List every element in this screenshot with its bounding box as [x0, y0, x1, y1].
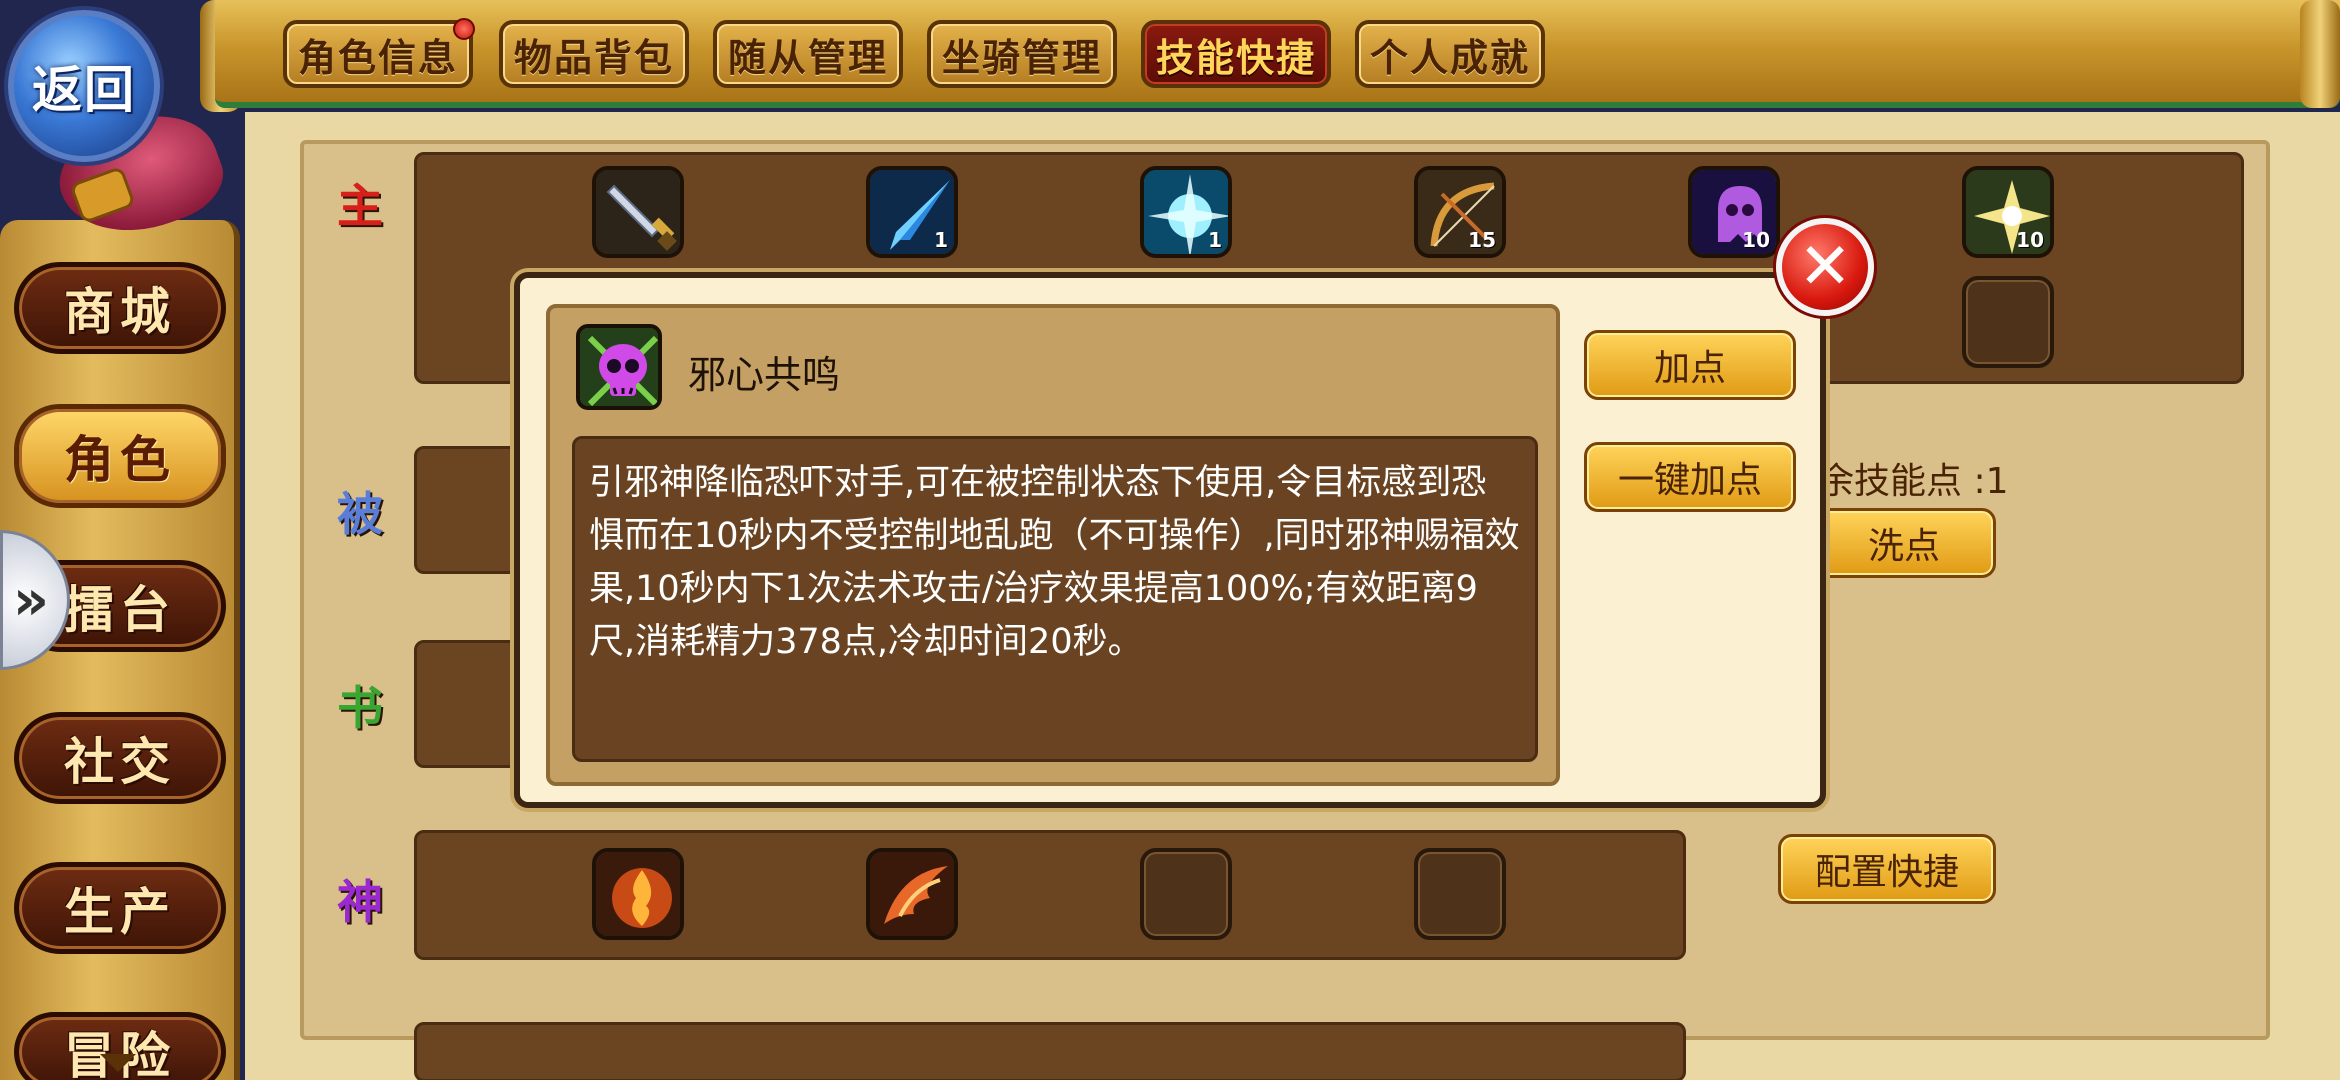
- skill-detail-popup: 邪心共鸣 引邪神降临恐吓对手,可在被控制状态下使用,令目标感到恐惧而在10秒内不…: [514, 272, 1826, 808]
- tab-mount[interactable]: 坐骑管理: [927, 20, 1117, 88]
- button-label: 加点: [1653, 348, 1726, 389]
- skill-level: 10: [2016, 228, 2044, 252]
- back-label: 返回: [32, 61, 136, 119]
- remaining-skill-points: 余技能点 :1: [1818, 461, 2009, 502]
- tab-character-info[interactable]: 角色信息: [283, 18, 475, 88]
- sidebar-item-label: 擂台: [64, 581, 176, 639]
- sidebar-item-character[interactable]: 角色: [14, 404, 226, 508]
- sidebar-item-label: 商城: [64, 283, 176, 341]
- skill-name: 邪心共鸣: [688, 353, 841, 397]
- add-point-button[interactable]: 加点: [1584, 330, 1796, 400]
- skill-level: 10: [1742, 228, 1770, 252]
- empty-god-skill-slot[interactable]: [1140, 848, 1232, 940]
- top-tab-bar: 角色信息 物品背包 随从管理 坐骑管理 技能快捷 个人成就: [215, 0, 2340, 108]
- skill-slot-ice-spear[interactable]: 1: [866, 166, 958, 258]
- close-icon: ✕: [1798, 230, 1852, 304]
- row-label-main: 主: [337, 179, 383, 233]
- row-label-god: 神: [337, 875, 383, 929]
- tab-label: 技能快捷: [1155, 35, 1316, 80]
- sidebar-item-production[interactable]: 生产: [14, 862, 226, 954]
- notification-dot: [453, 18, 475, 40]
- skill-slot-sword[interactable]: [592, 166, 684, 258]
- row-label-passive: 被: [337, 487, 383, 541]
- flame-orb-icon: [596, 852, 680, 936]
- skill-slot-frost-burst[interactable]: 1: [1140, 166, 1232, 258]
- skill-level: 1: [1208, 228, 1222, 252]
- tab-skill-shortcut[interactable]: 技能快捷: [1141, 20, 1331, 88]
- empty-god-skill-slot[interactable]: [1414, 848, 1506, 940]
- tab-follower[interactable]: 随从管理: [713, 20, 903, 88]
- scroll-down-icon[interactable]: [100, 1054, 136, 1072]
- back-button[interactable]: 返回: [8, 10, 160, 162]
- button-label: 一键加点: [1617, 460, 1762, 501]
- sidebar-item-social[interactable]: 社交: [14, 712, 226, 804]
- skill-level: 15: [1468, 228, 1496, 252]
- sidebar-item-label: 社交: [64, 733, 176, 791]
- skill-slot-ghost[interactable]: 10: [1688, 166, 1780, 258]
- empty-skill-slot[interactable]: [1962, 276, 2054, 368]
- tab-label: 角色信息: [297, 35, 458, 80]
- skill-slot-bow[interactable]: 15: [1414, 166, 1506, 258]
- tab-achievement[interactable]: 个人成就: [1355, 20, 1545, 88]
- skill-description-box: 引邪神降临恐吓对手,可在被控制状态下使用,令目标感到恐惧而在10秒内不受控制地乱…: [572, 436, 1538, 762]
- close-popup-button[interactable]: ✕: [1776, 218, 1874, 316]
- sword-icon: [596, 170, 680, 254]
- skill-icon-frame: [576, 324, 662, 410]
- skill-level: 1: [934, 228, 948, 252]
- skill-info-card: 邪心共鸣 引邪神降临恐吓对手,可在被控制状态下使用,令目标感到恐惧而在10秒内不…: [546, 304, 1560, 786]
- god-skill-slot-fire-wing[interactable]: [866, 848, 958, 940]
- fire-wing-icon: [870, 852, 954, 936]
- sidebar-item-label: 角色: [64, 431, 176, 489]
- tab-label: 随从管理: [727, 35, 888, 80]
- purple-skull-icon: [580, 328, 658, 406]
- tab-label: 个人成就: [1369, 35, 1530, 80]
- skill-slot-star-flower[interactable]: 10: [1962, 166, 2054, 258]
- skill-description: 引邪神降临恐吓对手,可在被控制状态下使用,令目标感到恐惧而在10秒内不受控制地乱…: [589, 463, 1520, 662]
- tab-label: 坐骑管理: [941, 35, 1102, 80]
- row-label-book: 书: [337, 681, 383, 735]
- auto-add-point-button[interactable]: 一键加点: [1584, 442, 1796, 512]
- sidebar-item-shop[interactable]: 商城: [14, 262, 226, 354]
- button-label: 洗点: [1867, 526, 1940, 567]
- god-skill-slot-flame-orb[interactable]: [592, 848, 684, 940]
- double-chevron-icon: »: [12, 567, 50, 633]
- tab-inventory[interactable]: 物品背包: [499, 20, 689, 88]
- next-skill-strip: [414, 1022, 1686, 1080]
- configure-shortcut-button[interactable]: 配置快捷: [1778, 834, 1996, 904]
- tab-label: 物品背包: [513, 35, 674, 80]
- sidebar-item-label: 生产: [64, 883, 176, 941]
- button-label: 配置快捷: [1814, 852, 1959, 893]
- wash-points-button[interactable]: 洗点: [1812, 508, 1996, 578]
